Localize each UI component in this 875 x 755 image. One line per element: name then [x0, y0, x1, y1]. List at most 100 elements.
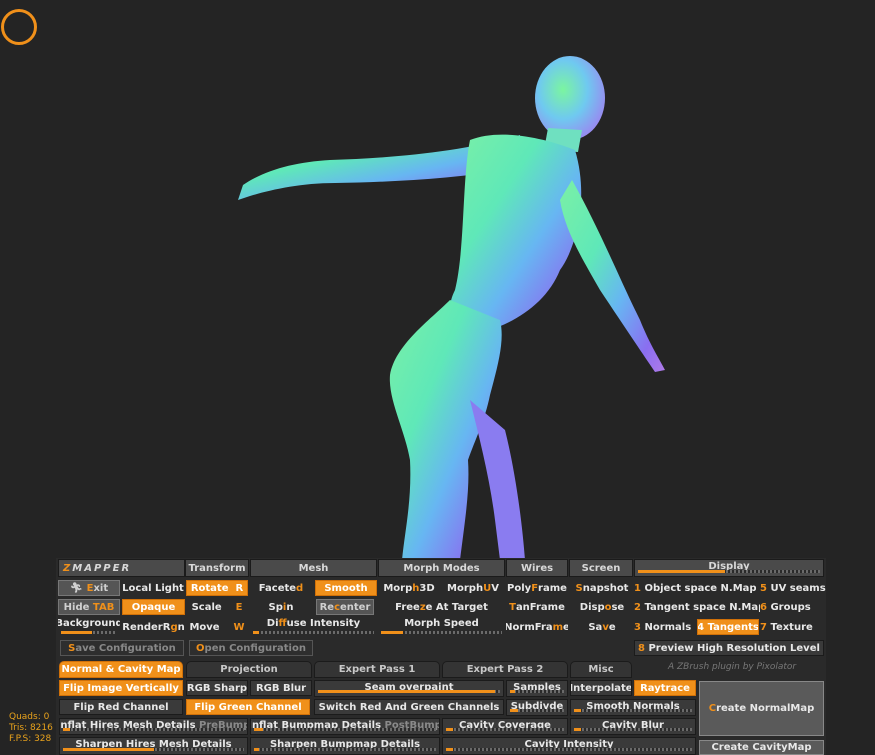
save-configuration-button[interactable]: Save Configuration: [60, 640, 184, 656]
flip-red-channel-button[interactable]: Flip Red Channel: [59, 699, 183, 715]
freeze-at-target-button[interactable]: Free z e At Target: [378, 599, 505, 615]
groups-label: Groups: [770, 601, 811, 613]
uv-seams-button[interactable]: 5 UV seams: [760, 580, 826, 596]
exit-key: E: [86, 582, 94, 594]
tab-misc[interactable]: Misc: [570, 661, 632, 678]
hide-key: TAB: [92, 601, 115, 613]
tangent-space-nmap-button[interactable]: 2 Tangent space N.Map: [634, 599, 760, 615]
spin-button[interactable]: Sp i n: [250, 599, 312, 615]
cavity-coverage-fill: [446, 728, 454, 731]
recenter-button[interactable]: Re c enter: [316, 599, 374, 615]
tangents-button[interactable]: 4 Tangents: [697, 619, 759, 635]
smooth-normals-slider[interactable]: Smooth Normals: [570, 699, 696, 716]
exit-button[interactable]: 🏃︎ Exit: [58, 580, 120, 596]
normals-label: Normals: [644, 621, 692, 633]
rgb-sharp-button[interactable]: RGB Sharp: [186, 680, 248, 696]
normframe-post: e: [563, 621, 568, 633]
obj-num: 1: [634, 582, 641, 594]
render-rgn-button[interactable]: RenderR g n: [122, 619, 185, 635]
scale-button[interactable]: Scale E: [186, 599, 248, 615]
render-post: n: [177, 621, 185, 633]
opaque-button[interactable]: Opaque: [122, 599, 185, 615]
background-slider-fill: [61, 631, 92, 634]
morph-modes-header: Morph Modes: [378, 559, 505, 577]
cavity-intensity-fill: [446, 748, 454, 751]
move-key: W: [233, 621, 245, 633]
seam-overpaint-slider[interactable]: Seam overpaint: [314, 680, 504, 697]
groups-button[interactable]: 6 Groups: [760, 599, 826, 615]
create-normal-key: C: [708, 703, 717, 714]
display-header-slider[interactable]: Display: [634, 559, 824, 577]
local-light-button[interactable]: Local Light: [121, 580, 185, 596]
switch-red-green-button[interactable]: Switch Red And Green Channels: [314, 699, 504, 715]
normframe-pre: NormFra: [506, 621, 553, 633]
recenter-pre: Re: [319, 601, 335, 613]
rotate-button[interactable]: Rotate R: [186, 580, 248, 596]
samples-fill: [510, 690, 516, 693]
hide-label: Hide: [63, 601, 90, 613]
dispose-pre: Disp: [579, 601, 605, 613]
rgb-blur-button[interactable]: RGB Blur: [250, 680, 312, 696]
diffuse-intensity-slider[interactable]: Diffuse Intensity: [250, 617, 377, 637]
brush-cursor-icon: [1, 9, 37, 45]
normals-button[interactable]: 3 Normals: [634, 619, 696, 635]
hide-tab-button[interactable]: Hide TAB: [58, 599, 120, 615]
uv-num: 5: [760, 582, 767, 594]
morph3d-pre: Morp: [383, 582, 413, 594]
save-config-label: ave Configuration: [75, 642, 176, 654]
preview-label: Preview High Resolution Level: [648, 642, 820, 654]
morph-3d-button[interactable]: Morp h 3D: [378, 580, 440, 596]
figure-right-arm: [560, 180, 665, 372]
preview-high-res-button[interactable]: 8 Preview High Resolution Level: [634, 640, 824, 656]
tab-expert-pass-2[interactable]: Expert Pass 2: [442, 661, 568, 678]
subdivide-slider[interactable]: Subdivde: [506, 699, 568, 716]
polyframe-pre: Poly: [507, 582, 532, 594]
sharpen-bump-fill: [254, 748, 260, 751]
cavity-coverage-slider[interactable]: Cavity Coverage: [442, 718, 568, 735]
normframe-key: m: [552, 621, 564, 633]
normframe-button[interactable]: NormFra m e: [506, 619, 568, 635]
smooth-button[interactable]: Smooth: [315, 580, 377, 596]
texture-button[interactable]: 7 Texture: [760, 619, 826, 635]
tan-num: 2: [634, 601, 641, 613]
snapshot-button[interactable]: Snapshot: [571, 580, 633, 596]
inflat-hires-slider[interactable]: Inflat Hires Mesh Details PreBump: [59, 718, 248, 735]
morph-uv-button[interactable]: Morph UV: [442, 580, 504, 596]
flip-green-channel-button[interactable]: Flip Green Channel: [186, 699, 310, 715]
open-configuration-button[interactable]: Open Configuration: [189, 640, 313, 656]
diffuse-label: Diffuse Intensity: [267, 618, 360, 629]
dispose-button[interactable]: Disp o se: [571, 599, 633, 615]
object-space-nmap-button[interactable]: 1 Object space N.Map: [634, 580, 756, 596]
sharpen-hires-slider[interactable]: Sharpen Hires Mesh Details: [59, 737, 248, 755]
create-normalmap-button[interactable]: Create NormalMap: [699, 681, 824, 736]
create-cavitymap-button[interactable]: Create CavityMap: [699, 740, 824, 755]
inflat-bumpmap-slider[interactable]: Inflat Bumpmap Details PostBump: [250, 718, 440, 735]
interpolate-button[interactable]: Interpolate: [570, 680, 632, 696]
morph-speed-slider[interactable]: Morph Speed: [378, 617, 505, 637]
move-button[interactable]: Move W: [186, 619, 248, 635]
open-config-key: O: [196, 642, 205, 654]
viewport[interactable]: [0, 0, 875, 560]
tab-normal-cavity-map[interactable]: Normal & Cavity Map: [59, 661, 183, 678]
tanframe-button[interactable]: TanFrame: [506, 599, 568, 615]
background-label: Background: [58, 618, 120, 629]
tab-projection[interactable]: Projection: [186, 661, 312, 678]
samples-slider[interactable]: Samples: [506, 680, 568, 697]
groups-num: 6: [760, 601, 767, 613]
scale-label: Scale: [191, 601, 222, 613]
tanframe-key: T: [509, 601, 516, 613]
recenter-post: enter: [340, 601, 371, 613]
cavity-intensity-slider[interactable]: Cavity Intensity: [442, 737, 696, 755]
save-button[interactable]: Sa v e: [571, 619, 633, 635]
flip-image-vertically-button[interactable]: Flip Image Vertically: [59, 680, 183, 696]
diffuse-pre: Di: [266, 618, 279, 629]
cavity-blur-slider[interactable]: Cavity Blur: [570, 718, 696, 735]
polyframe-button[interactable]: Poly Frame: [506, 580, 568, 596]
morph3d-key: h: [412, 582, 420, 594]
raytrace-button[interactable]: Raytrace: [634, 680, 696, 696]
faceted-button[interactable]: Facete d: [250, 580, 312, 596]
background-slider[interactable]: Background: [58, 617, 120, 637]
transform-header: Transform: [185, 559, 249, 577]
sharpen-bumpmap-slider[interactable]: Sharpen Bumpmap Details: [250, 737, 440, 755]
tab-expert-pass-1[interactable]: Expert Pass 1: [314, 661, 440, 678]
